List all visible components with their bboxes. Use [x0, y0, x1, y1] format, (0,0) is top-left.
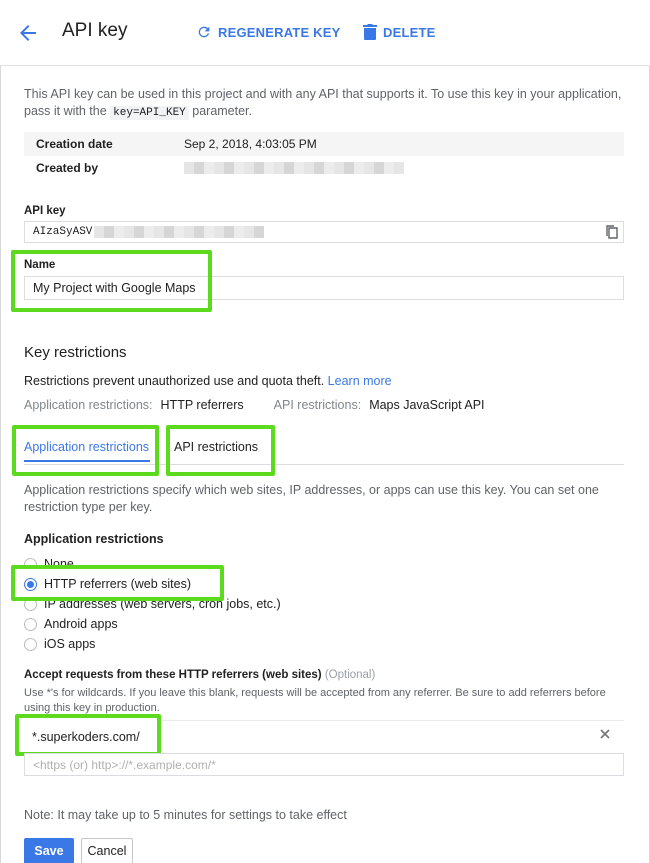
- api-key-redacted: [94, 226, 265, 238]
- radio-http-referrers-highlighted[interactable]: HTTP referrers (web sites): [24, 577, 191, 591]
- created-by-redacted: [184, 162, 404, 174]
- creation-date-row: Creation date Sep 2, 2018, 4:03:05 PM: [24, 132, 624, 156]
- referrers-label-text: Accept requests from these HTTP referrer…: [24, 669, 322, 681]
- radio-none[interactable]: None: [24, 557, 74, 571]
- app-restrictions-summary-label: Application restrictions:: [24, 398, 153, 412]
- restrictions-summary: Application restrictions: HTTP referrers…: [24, 398, 515, 412]
- radio-none-label: None: [44, 557, 74, 571]
- regenerate-key-label: REGENERATE KEY: [218, 24, 341, 40]
- referrers-label: Accept requests from these HTTP referrer…: [24, 669, 375, 681]
- new-referrer-input[interactable]: [25, 754, 623, 775]
- name-value: My Project with Google Maps: [33, 281, 196, 295]
- copy-icon[interactable]: [605, 225, 619, 239]
- tab-application-restrictions[interactable]: Application restrictions: [24, 440, 149, 454]
- active-tab-indicator: [24, 460, 150, 462]
- intro-text: This API key can be used in this project…: [24, 86, 624, 122]
- trash-icon: [363, 24, 377, 40]
- cancel-button[interactable]: Cancel: [81, 838, 133, 863]
- learn-more-link[interactable]: Learn more: [328, 374, 392, 388]
- settings-note: Note: It may take up to 5 minutes for se…: [24, 808, 347, 822]
- tab-api-restrictions[interactable]: API restrictions: [174, 440, 258, 454]
- api-restrictions-summary-value: Maps JavaScript API: [369, 398, 485, 412]
- referrers-hint: Use *'s for wildcards. If you leave this…: [24, 687, 606, 714]
- intro-code: key=API_KEY: [110, 106, 189, 120]
- delete-button[interactable]: DELETE: [363, 24, 435, 40]
- radio-ip-addresses-button[interactable]: [24, 597, 37, 611]
- radio-ip-addresses-label: IP addresses (web servers, cron jobs, et…: [44, 597, 281, 611]
- arrow-back-icon[interactable]: [16, 22, 40, 44]
- delete-label: DELETE: [383, 24, 436, 40]
- radio-none-button[interactable]: [24, 557, 37, 571]
- restriction-tabs: Application restrictions API restriction…: [24, 428, 624, 465]
- name-label: Name: [24, 259, 56, 271]
- close-icon[interactable]: [598, 727, 612, 741]
- refresh-icon: [198, 26, 210, 38]
- radio-ios-apps-label: iOS apps: [44, 637, 96, 651]
- save-button[interactable]: Save: [24, 838, 74, 863]
- regenerate-key-button[interactable]: REGENERATE KEY: [196, 24, 340, 40]
- header-bar: API key REGENERATE KEY DELETE: [0, 0, 650, 66]
- app-restrictions-summary-value: HTTP referrers: [160, 398, 244, 412]
- api-key-field[interactable]: AIzaSyASV: [24, 221, 624, 243]
- api-key-label: API key: [24, 205, 66, 217]
- radio-http-referrers-selected-icon[interactable]: [24, 577, 37, 591]
- radio-ios-apps-button[interactable]: [24, 637, 37, 651]
- app-restrictions-subheading: Application restrictions: [24, 532, 164, 546]
- referrer-value-highlighted: *.superkoders.com/: [32, 730, 140, 744]
- key-restrictions-heading: Key restrictions: [24, 344, 127, 361]
- referrers-optional: (Optional): [324, 669, 376, 681]
- name-input[interactable]: My Project with Google Maps: [24, 276, 624, 300]
- radio-ios-apps[interactable]: iOS apps: [24, 637, 95, 651]
- new-referrer-field[interactable]: [24, 753, 624, 776]
- radio-android-apps[interactable]: Android apps: [24, 617, 118, 631]
- restrictions-description-text: Restrictions prevent unauthorized use an…: [24, 374, 328, 388]
- radio-android-apps-label: Android apps: [44, 617, 118, 631]
- radio-android-apps-button[interactable]: [24, 617, 37, 631]
- key-restrictions-description: Restrictions prevent unauthorized use an…: [24, 374, 392, 388]
- app-restrictions-description: Application restrictions specify which w…: [24, 483, 599, 514]
- intro-text-after: parameter.: [188, 104, 253, 118]
- created-by-label: Created by: [36, 161, 99, 175]
- radio-ip-addresses[interactable]: IP addresses (web servers, cron jobs, et…: [24, 597, 281, 611]
- left-border: [0, 66, 1, 863]
- key-metadata: Creation date Sep 2, 2018, 4:03:05 PM Cr…: [24, 132, 624, 180]
- page-title: API key: [62, 20, 128, 41]
- creation-date-label: Creation date: [36, 137, 113, 151]
- api-restrictions-summary-label: API restrictions:: [273, 398, 362, 412]
- api-key-value: AIzaSyASV: [33, 226, 93, 238]
- creation-date-value: Sep 2, 2018, 4:03:05 PM: [184, 137, 317, 151]
- radio-http-referrers-highlighted-label: HTTP referrers (web sites): [44, 577, 192, 591]
- created-by-row: Created by: [24, 156, 624, 180]
